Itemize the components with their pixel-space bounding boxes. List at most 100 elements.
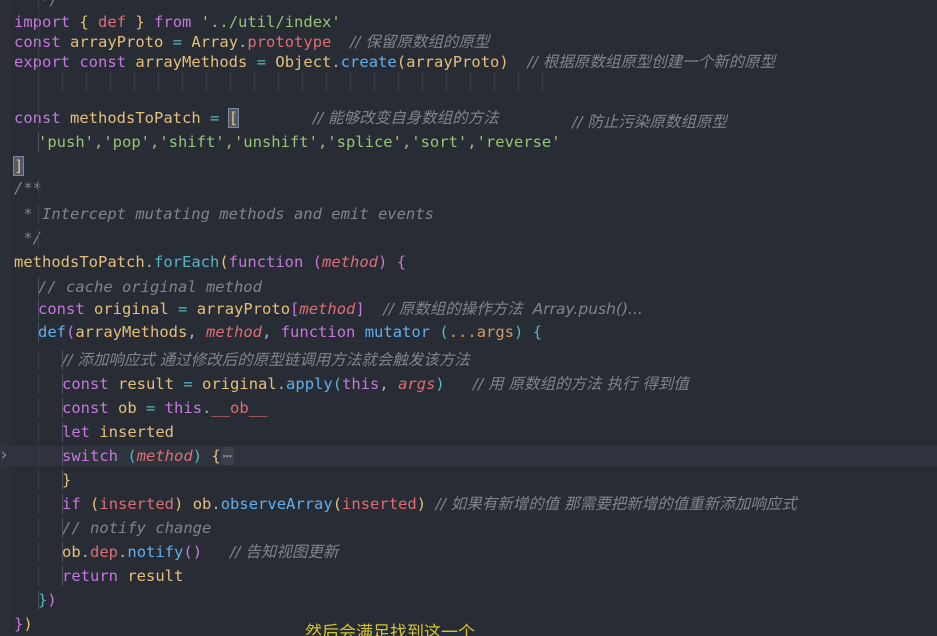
code-line[interactable]: */ — [0, 228, 42, 248]
token-result: result — [127, 567, 184, 585]
token-rest-args: ...args — [448, 323, 515, 341]
code-line-folded[interactable]: › switch (method) {⋯ — [0, 446, 937, 466]
token-paren-open2: ( — [332, 495, 343, 513]
token-dot: . — [276, 375, 287, 393]
token-comma: , — [262, 323, 272, 341]
token-brace-open: { — [211, 447, 221, 465]
token-result: result — [118, 375, 175, 393]
chevron-right-icon[interactable]: › — [0, 446, 12, 466]
code-line[interactable]: // 防止污染原数组原型 — [0, 72, 727, 131]
code-line[interactable]: */ — [0, 0, 59, 10]
code-line[interactable]: import { def } from '../util/index' — [0, 12, 341, 32]
folded-code-indicator[interactable]: ⋯ — [220, 447, 235, 465]
token-mutator: mutator — [364, 323, 431, 341]
token-comma: , — [187, 323, 197, 341]
code-line[interactable]: export const arrayMethods = Object.creat… — [0, 52, 775, 72]
token-paren-close2: ) — [514, 323, 524, 341]
token-inserted: inserted — [99, 423, 174, 441]
code-line[interactable]: const result = original.apply(this, args… — [0, 374, 689, 394]
comment-cache-original: // cache original method — [38, 278, 262, 296]
token-equals: = — [210, 109, 220, 127]
token-arrayproto: arrayProto — [70, 33, 164, 51]
token-original: original — [202, 375, 277, 393]
code-line[interactable]: }) — [0, 614, 33, 634]
token-paren-open: ( — [90, 495, 100, 513]
token-bracket-close-highlighted: ] — [12, 156, 25, 176]
code-line[interactable]: let inserted — [0, 422, 174, 442]
token-paren-close: ) — [435, 375, 445, 393]
code-line[interactable]: // cache original method — [0, 277, 262, 297]
code-content[interactable]: */ import { def } from '../util/index' c… — [0, 0, 937, 636]
token-brace-open: { — [79, 13, 89, 31]
token-return: return — [62, 567, 118, 585]
code-line[interactable]: 'push','pop','shift','unshift','splice',… — [0, 132, 561, 152]
comment-original-methods: // 原数组的操作方法 Array.push()... — [383, 300, 643, 318]
token-arg-arraymethods: arrayMethods — [75, 323, 188, 341]
token-paren-open: ( — [396, 53, 407, 71]
token-notify: notify — [127, 543, 184, 561]
code-line[interactable]: } — [0, 470, 71, 490]
code-line[interactable]: * Intercept mutating methods and emit ev… — [0, 204, 434, 224]
token-this: this — [342, 375, 380, 393]
token-function: function — [280, 323, 356, 341]
code-line[interactable]: const ob = this.__ob__ — [0, 398, 267, 418]
code-line[interactable]: // 添加响应式 通过修改后的原型链调用方法就会触发该方法 — [0, 350, 470, 370]
token-const: const — [38, 300, 85, 318]
token-const: const — [62, 399, 109, 417]
token-args: args — [398, 375, 436, 393]
code-line[interactable]: ] — [0, 156, 25, 176]
comment-create-proto: // 根据原数组原型创建一个新的原型 — [527, 53, 776, 71]
comment-mutating-methods: // 能够改变自身数组的方法 — [312, 109, 499, 127]
token-paren-close: ) — [174, 495, 184, 513]
token-observearray: observeArray — [220, 495, 333, 513]
token-comment-end: */ — [40, 0, 59, 9]
code-line[interactable]: const methodsToPatch = [ // 能够改变自身数组的方法 — [0, 108, 499, 128]
token-methodstopatch: methodsToPatch — [14, 253, 145, 271]
code-line[interactable]: def(arrayMethods, method, function mutat… — [0, 322, 542, 342]
code-line[interactable]: if (inserted) ob.observeArray(inserted) … — [0, 494, 797, 514]
token-paren-open2: ( — [312, 253, 323, 271]
token-paren-open2: ( — [439, 323, 449, 341]
code-editor[interactable]: */ import { def } from '../util/index' c… — [0, 0, 937, 636]
token-param-method: method — [136, 447, 193, 465]
token-arg-arrayproto: arrayProto — [406, 53, 500, 71]
code-line[interactable]: ob.dep.notify() // 告知视图更新 — [0, 542, 338, 562]
token-ob: ob — [62, 543, 81, 561]
code-line[interactable]: const arrayProto = Array.prototype // 保留… — [0, 32, 489, 52]
comment-prevent-pollute: // 防止污染原数组原型 — [572, 113, 727, 131]
code-line[interactable]: // notify change — [0, 518, 211, 538]
token-arrayproto: arrayProto — [196, 300, 291, 318]
token-export: export — [14, 53, 70, 71]
code-line[interactable]: /** — [0, 178, 42, 198]
code-line[interactable]: }) — [0, 590, 57, 610]
token-methodstopatch: methodsToPatch — [70, 109, 201, 127]
token-ob: ob — [192, 495, 212, 513]
token-dot: . — [118, 543, 128, 561]
token-dot: . — [238, 33, 248, 51]
token-bracket-open: [ — [290, 300, 300, 318]
token-paren-close2: ) — [378, 253, 388, 271]
token-def-call: def — [38, 323, 66, 341]
comment-block-text: * Intercept mutating methods and emit ev… — [14, 205, 434, 223]
token-prototype: prototype — [247, 33, 332, 51]
token-paren-open: ( — [183, 543, 193, 561]
code-line[interactable]: const original = arrayProto[method] // 原… — [0, 299, 643, 319]
token-original: original — [94, 300, 169, 318]
token-inserted: inserted — [99, 495, 175, 513]
token-def-import: def — [98, 13, 127, 31]
token-paren-open: ( — [127, 447, 137, 465]
token-dep: dep — [90, 543, 119, 561]
code-line[interactable]: methodsToPatch.forEach(function (method)… — [0, 252, 406, 272]
token-dot: . — [331, 53, 341, 71]
token-param-method: method — [322, 253, 379, 271]
token-paren-open: ( — [332, 375, 343, 393]
token-paren-close: ) — [47, 591, 57, 609]
token-this: this — [164, 399, 203, 417]
token-equals: = — [146, 399, 156, 417]
token-brace-close: } — [135, 13, 145, 31]
annotation-overlay-text: 然后会满足找到这一个 — [305, 623, 475, 636]
code-line[interactable]: return result — [0, 566, 183, 586]
token-foreach: forEach — [154, 253, 220, 271]
token-switch: switch — [62, 447, 118, 465]
token-paren-close: ) — [192, 543, 203, 561]
